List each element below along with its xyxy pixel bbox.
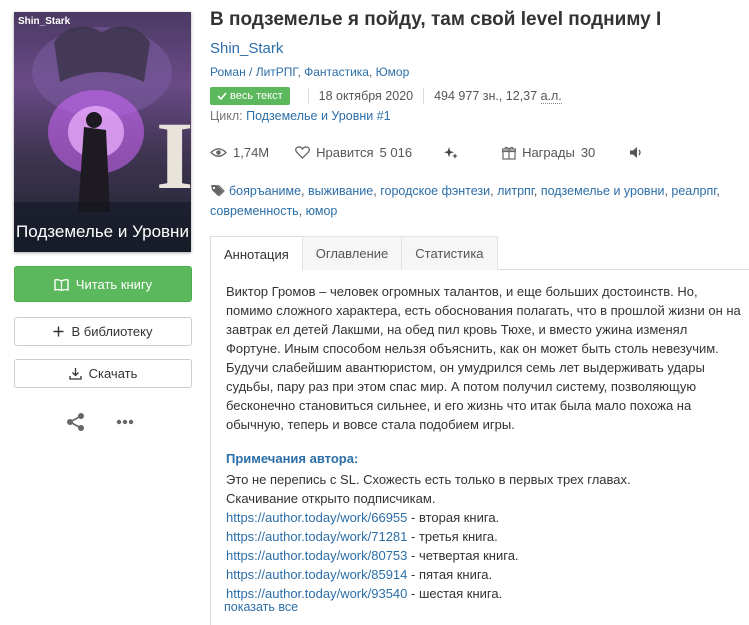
genre-link-2[interactable]: Фантастика <box>304 65 369 79</box>
check-icon <box>217 92 227 100</box>
tab-annotation[interactable]: Аннотация <box>210 236 303 271</box>
size-chars: 494 977 зн., 12,37 <box>434 89 538 103</box>
work-link-caption: - пятая книга. <box>407 567 493 582</box>
views-stat: 1,74M <box>210 145 269 160</box>
tag-link[interactable]: современность <box>210 204 299 218</box>
status-badge-label: весь текст <box>230 90 283 102</box>
publish-date: 18 октября 2020 <box>318 89 414 103</box>
work-link-caption: - вторая книга. <box>407 510 500 525</box>
tags-list: бояръаниме, выживание, городское фэнтези… <box>210 184 720 218</box>
tab-bar: Аннотация Оглавление Статистика <box>210 236 749 271</box>
share-icon[interactable] <box>66 412 86 432</box>
tags-icon <box>211 184 225 197</box>
views-count: 1,74M <box>233 145 270 160</box>
author-notes-heading: Примечания автора: <box>226 451 359 466</box>
likes-count: 5 016 <box>379 145 413 160</box>
genres: Роман / ЛитРПГ, Фантастика, Юмор <box>210 65 410 79</box>
sparkle-stat[interactable] <box>444 146 459 160</box>
show-all-link[interactable]: показать все <box>224 600 298 614</box>
tag-link[interactable]: реалрпг <box>671 184 716 198</box>
work-link-caption: - третья книга. <box>407 529 498 544</box>
divider <box>307 88 309 104</box>
tab-contents[interactable]: Оглавление <box>301 236 403 270</box>
read-book-button[interactable]: Читать книгу <box>14 266 192 302</box>
cycle-link[interactable]: Подземелье и Уровни <box>246 109 373 123</box>
sparkle-icon <box>444 146 459 159</box>
cycle-info: Цикл: Подземелье и Уровни #1 <box>210 109 391 123</box>
tag-link[interactable]: городское фэнтези <box>380 184 490 198</box>
work-link-caption: - шестая книга. <box>407 586 503 601</box>
eye-icon <box>210 148 227 157</box>
notes-link-row: https://author.today/work/85914 - пятая … <box>226 565 631 584</box>
work-link[interactable]: https://author.today/work/80753 <box>226 548 407 563</box>
notes-line: Это не перепись с SL. Схожесть есть толь… <box>226 472 631 487</box>
work-link[interactable]: https://author.today/work/93540 <box>226 586 407 601</box>
work-link[interactable]: https://author.today/work/66955 <box>226 510 407 525</box>
tag-link[interactable]: юмор <box>306 204 338 218</box>
gift-icon <box>502 146 517 160</box>
work-link[interactable]: https://author.today/work/71281 <box>226 529 407 544</box>
likes-stat[interactable]: Нравится 5 016 <box>295 145 412 160</box>
awards-stat[interactable]: Награды 30 <box>502 145 595 160</box>
divider <box>423 88 425 104</box>
work-link-caption: - четвертая книга. <box>407 548 519 563</box>
tab-statistics[interactable]: Статистика <box>401 236 498 270</box>
tag-link[interactable]: подземелье и уровни <box>541 184 665 198</box>
meta-row: весь текст 18 октября 2020 494 977 зн., … <box>210 87 562 105</box>
tab-panel-border <box>210 270 211 625</box>
size-unit: а.л. <box>540 89 562 104</box>
share-row <box>66 412 134 432</box>
download-icon <box>68 367 82 380</box>
book-size: 494 977 зн., 12,37 а.л. <box>434 89 562 104</box>
tag-link[interactable]: выживание <box>308 184 373 198</box>
book-title: В подземелье я пойду, там свой level под… <box>210 9 662 30</box>
speaker-icon <box>630 147 641 158</box>
likes-label: Нравится <box>316 145 374 160</box>
book-cover[interactable]: Shin_Stark I Подземелье и Уровни <box>14 12 191 252</box>
cover-author: Shin_Stark <box>18 16 71 27</box>
library-label: В библиотеку <box>71 324 153 339</box>
annotation-paragraph: Виктор Громов – человек огромных таланто… <box>226 284 741 356</box>
add-to-library-button[interactable]: В библиотеку <box>14 317 192 346</box>
notes-link-row: https://author.today/work/71281 - третья… <box>226 527 631 546</box>
book-open-icon <box>54 278 69 291</box>
genre-link-3[interactable]: Юмор <box>376 65 410 79</box>
awards-label: Награды <box>522 145 575 160</box>
read-book-label: Читать книгу <box>75 276 153 292</box>
awards-count: 30 <box>580 145 596 160</box>
annotation-paragraph: Будучи слабейшим авантюристом, он умудри… <box>226 360 705 432</box>
notes-link-row: https://author.today/work/66955 - вторая… <box>226 508 631 527</box>
cover-title: Подземелье и Уровни <box>16 222 189 241</box>
audio-stat[interactable] <box>629 146 644 159</box>
more-options-icon[interactable] <box>116 419 134 425</box>
plus-icon <box>53 326 64 337</box>
author-link[interactable]: Shin_Stark <box>210 40 283 57</box>
heart-icon <box>295 146 311 159</box>
cycle-label: Цикл: <box>210 109 243 123</box>
tag-link[interactable]: бояръаниме <box>229 184 301 198</box>
cycle-number: #1 <box>376 109 391 123</box>
download-button[interactable]: Скачать <box>14 359 192 388</box>
notes-link-row: https://author.today/work/80753 - четвер… <box>226 546 631 565</box>
annotation-text: Виктор Громов – человек огромных таланто… <box>226 282 741 434</box>
work-link[interactable]: https://author.today/work/85914 <box>226 567 407 582</box>
download-label: Скачать <box>88 366 138 381</box>
status-badge: весь текст <box>210 87 290 105</box>
author-notes: Это не перепись с SL. Схожесть есть толь… <box>226 470 631 603</box>
stats-row: 1,74M Нравится 5 016 Награды 30 <box>210 145 644 160</box>
notes-line: Скачивание открыто подписчикам. <box>226 491 436 506</box>
genre-link-main[interactable]: Роман / ЛитРПГ <box>210 65 297 79</box>
tag-link[interactable]: литрпг <box>497 184 534 198</box>
cover-numeral: I <box>156 102 191 209</box>
